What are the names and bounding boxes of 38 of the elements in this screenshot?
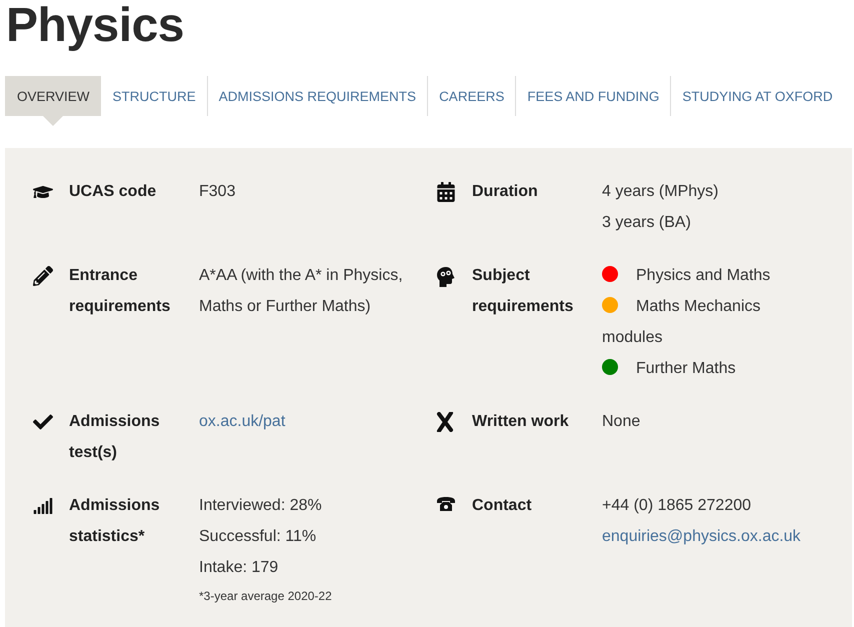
calendar-icon: [436, 182, 456, 202]
fact-value: F303: [199, 182, 236, 202]
fact-link[interactable]: enquiries@physics.ox.ac.uk: [602, 521, 801, 552]
tab-pointer: [42, 116, 63, 126]
fact-link[interactable]: ox.ac.uk/pat: [199, 406, 286, 437]
subject-requirement: Further Maths: [636, 360, 736, 377]
telephone-icon: [436, 496, 456, 512]
fact-label: Subject requirements: [472, 266, 574, 317]
tab[interactable]: STRUCTURE: [100, 76, 207, 116]
fact-value: A*AA (with the A* in Physics, Maths or Further Maths): [199, 266, 404, 317]
pencil-icon: [33, 266, 53, 286]
tab[interactable]: STUDYING AT OXFORD: [670, 76, 844, 116]
fact-value: Interviewed: 28%: [199, 496, 323, 516]
fact-label: Entrance requirements: [69, 266, 172, 317]
tab[interactable]: OVERVIEW: [5, 76, 101, 116]
fact-value: 4 years (MPhys): [602, 182, 720, 202]
footnote: *3-year average 2020-22: [199, 588, 333, 605]
fact-label: UCAS code: [69, 182, 158, 202]
fact-value: +44 (0) 1865 272200: [602, 496, 752, 516]
fact-value: 3 years (BA): [602, 213, 692, 233]
fact-value: Successful: 11%: [199, 527, 318, 547]
page-title: Physics: [5, 0, 185, 52]
head-with-gears-icon: [436, 266, 456, 288]
tab[interactable]: ADMISSIONS REQUIREMENTS: [206, 76, 428, 116]
bar-chart-icon: [33, 496, 53, 516]
fact-label: Duration: [472, 182, 539, 202]
fact-value: None: [602, 412, 642, 432]
check-icon: [33, 412, 53, 432]
cross-icon: [436, 412, 454, 432]
fact-label: Admissions statistics*: [69, 496, 161, 547]
tab[interactable]: CAREERS: [427, 76, 516, 116]
fact-value: Intake: 179: [199, 558, 280, 578]
tab[interactable]: FEES AND FUNDING: [515, 76, 670, 116]
fact-label: Admissions test(s): [69, 412, 161, 463]
subject-requirement: Maths Mechanics modules: [602, 298, 760, 346]
subject-requirement: Physics and Maths: [636, 267, 770, 284]
fact-label: Written work: [472, 412, 570, 432]
fact-label: Contact: [472, 496, 533, 516]
